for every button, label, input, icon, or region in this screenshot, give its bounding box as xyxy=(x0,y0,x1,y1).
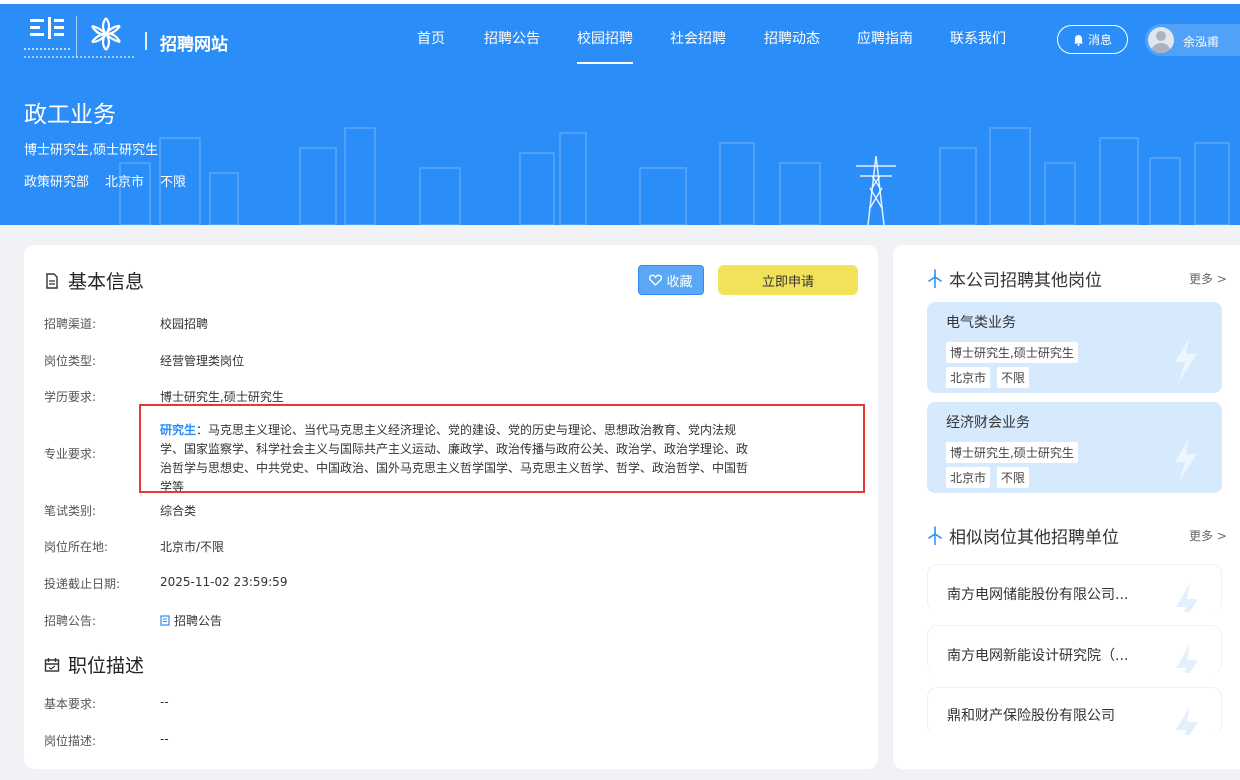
user-avatar-icon xyxy=(1148,27,1174,53)
wind-turbine-icon xyxy=(928,525,942,545)
job-desc-heading: 职位描述 xyxy=(44,651,144,678)
other-position-city: 北京市 xyxy=(946,367,991,388)
user-name: 余泓甫 xyxy=(1183,35,1220,49)
company-card[interactable]: 南方电网储能股份有限公司... xyxy=(927,564,1222,612)
site-logo[interactable] xyxy=(24,12,134,64)
message-label: 消息 xyxy=(1087,33,1112,47)
doc-link-icon xyxy=(160,615,170,626)
nav-announcements[interactable]: 招聘公告 xyxy=(484,28,540,48)
job-district: 不限 xyxy=(160,175,187,190)
calendar-icon xyxy=(44,657,60,672)
sidebar: 本公司招聘其他岗位 更多 > 电气类业务 博士研究生,硕士研究生 北京市 不限 … xyxy=(893,245,1240,769)
job-department: 政策研究部 xyxy=(24,175,90,190)
other-position-card[interactable]: 经济财会业务 博士研究生,硕士研究生 北京市 不限 xyxy=(927,402,1222,493)
other-position-education: 博士研究生,硕士研究生 xyxy=(946,442,1078,463)
other-position-district: 不限 xyxy=(997,367,1030,388)
nav-news[interactable]: 招聘动态 xyxy=(764,28,820,48)
other-position-card[interactable]: 电气类业务 博士研究生,硕士研究生 北京市 不限 xyxy=(927,302,1222,393)
other-position-title: 经济财会业务 xyxy=(946,415,1030,431)
bell-icon xyxy=(1073,34,1083,46)
company-name: 鼎和财产保险股份有限公司 xyxy=(947,708,1115,724)
nav-contact[interactable]: 联系我们 xyxy=(950,28,1006,48)
notice-link[interactable]: 招聘公告 xyxy=(160,612,222,629)
other-position-title: 电气类业务 xyxy=(946,315,1016,331)
similar-units-more-link[interactable]: 更多 > xyxy=(1189,527,1227,544)
other-positions-more-link[interactable]: 更多 > xyxy=(1189,270,1227,287)
basic-info-heading: 基本信息 xyxy=(44,267,144,294)
lightning-icon xyxy=(1176,706,1198,735)
site-header: 招聘网站 首页 招聘公告 校园招聘 社会招聘 招聘动态 应聘指南 联系我们 消息… xyxy=(0,4,1240,68)
heart-icon xyxy=(649,274,663,286)
favorite-button[interactable]: 收藏 xyxy=(638,265,704,295)
wind-turbine-icon xyxy=(928,268,942,288)
company-card[interactable]: 鼎和财产保险股份有限公司 xyxy=(927,687,1222,735)
nav-campus-recruit[interactable]: 校园招聘 xyxy=(577,28,633,64)
highlight-box xyxy=(139,404,865,493)
nav-home[interactable]: 首页 xyxy=(417,28,445,48)
site-title[interactable]: 招聘网站 xyxy=(160,30,228,55)
company-name: 南方电网新能设计研究院（... xyxy=(947,648,1129,664)
job-education: 博士研究生,硕士研究生 xyxy=(24,143,159,158)
anniversary-emblem-icon xyxy=(91,17,121,51)
job-detail-card: 基本信息 收藏 立即申请 招聘渠道: 校园招聘 岗位类型: 经营管理类岗位 学历… xyxy=(24,245,878,769)
other-position-city: 北京市 xyxy=(946,467,991,488)
lightning-icon xyxy=(1175,438,1197,482)
lightning-icon xyxy=(1175,338,1197,382)
nav-guide[interactable]: 应聘指南 xyxy=(857,28,913,48)
lightning-icon xyxy=(1176,583,1198,612)
similar-units-heading: 相似岗位其他招聘单位 xyxy=(927,523,1119,548)
company-name: 南方电网储能股份有限公司... xyxy=(947,587,1129,603)
lightning-icon xyxy=(1176,644,1198,673)
other-positions-heading: 本公司招聘其他岗位 xyxy=(927,266,1102,291)
other-position-education: 博士研究生,硕士研究生 xyxy=(946,342,1078,363)
city-skyline-illustration xyxy=(119,127,1230,225)
user-menu[interactable]: 余泓甫 xyxy=(1145,24,1240,56)
company-card[interactable]: 南方电网新能设计研究院（... xyxy=(927,625,1222,673)
job-city: 北京市 xyxy=(105,175,145,190)
message-button[interactable]: 消息 xyxy=(1057,25,1128,54)
document-icon xyxy=(46,272,58,289)
job-banner: 政工业务 博士研究生,硕士研究生 政策研究部 北京市 不限 xyxy=(0,68,1240,225)
nav-social-recruit[interactable]: 社会招聘 xyxy=(670,28,726,48)
other-position-district: 不限 xyxy=(997,467,1030,488)
job-meta: 政策研究部 北京市 不限 xyxy=(24,171,186,190)
apply-button[interactable]: 立即申请 xyxy=(718,265,858,295)
china-southern-grid-logo xyxy=(30,17,64,39)
job-title: 政工业务 xyxy=(24,102,116,128)
